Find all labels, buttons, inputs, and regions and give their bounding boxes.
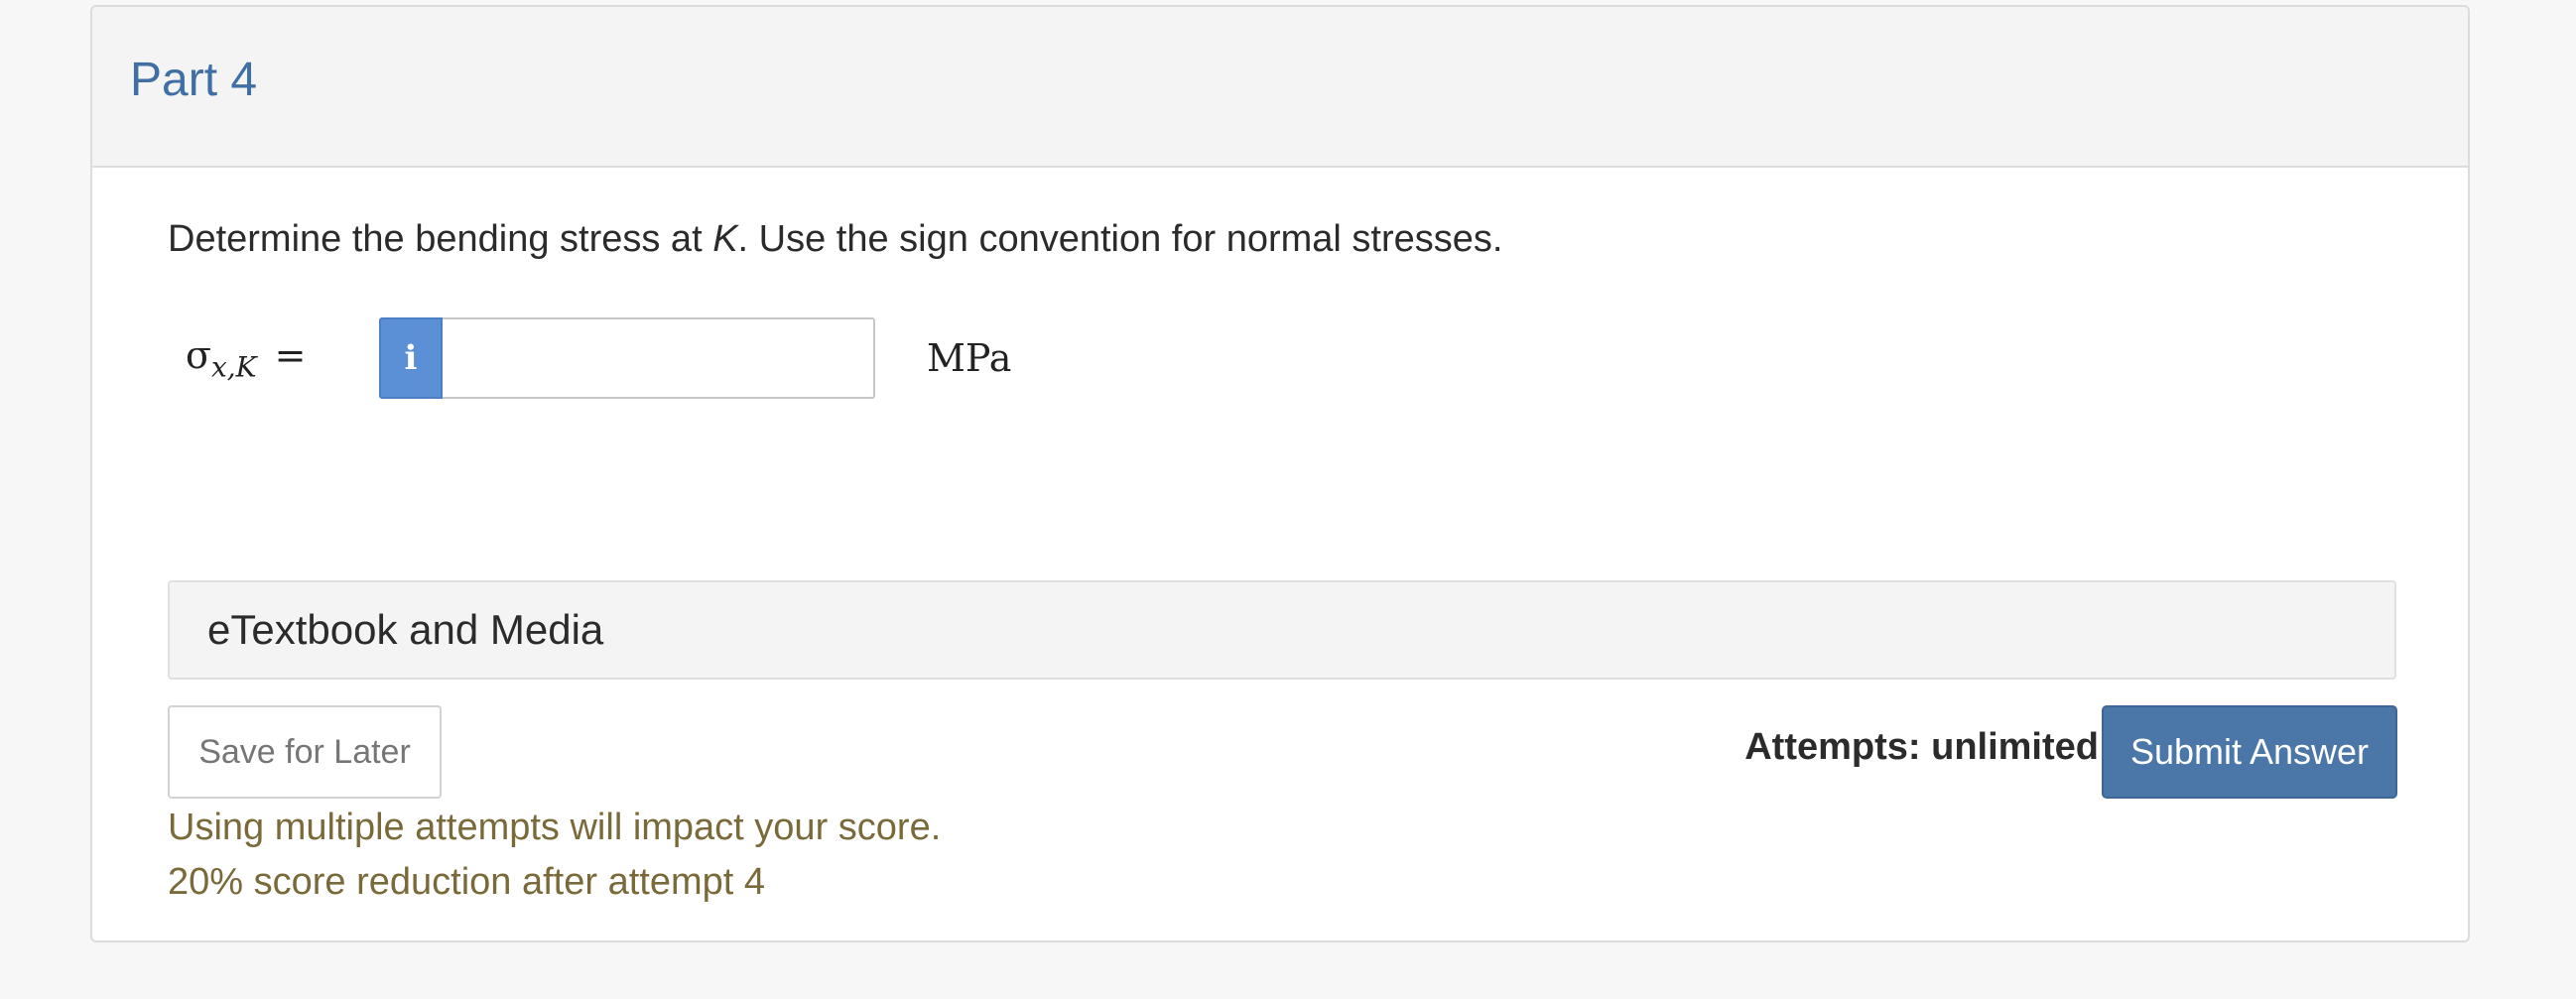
notice-line-2: 20% score reduction after attempt 4 <box>168 861 765 903</box>
question-text: Determine the bending stress at K. Use t… <box>168 217 1502 263</box>
unit-label: MPa <box>927 336 1012 380</box>
attempts-label: Attempts: unlimited <box>1744 726 2099 768</box>
sigma-symbol: σ <box>186 332 211 377</box>
equals-sign: = <box>274 332 307 377</box>
question-suffix: . Use the sign convention for normal str… <box>737 218 1503 260</box>
answer-subscript: x,K <box>210 350 257 384</box>
answer-row: σx,K = i MPa <box>186 316 1011 400</box>
notice-line-1: Using multiple attempts will impact your… <box>168 807 942 848</box>
info-icon[interactable]: i <box>379 317 443 399</box>
attempts-notice: Using multiple attempts will impact your… <box>168 801 941 910</box>
etextbook-label: eTextbook and Media <box>207 606 604 653</box>
part-title: Part 4 <box>130 54 258 106</box>
question-variable: K <box>712 218 738 260</box>
answer-input[interactable] <box>443 317 875 399</box>
question-panel: Part 4 Determine the bending stress at K… <box>90 5 2470 942</box>
question-prefix: Determine the bending stress at <box>168 218 713 260</box>
submit-answer-button[interactable]: Submit Answer <box>2102 705 2397 799</box>
panel-header: Part 4 <box>92 7 2468 168</box>
etextbook-media-toggle[interactable]: eTextbook and Media <box>168 580 2396 680</box>
answer-label: σx,K = <box>186 333 379 384</box>
info-glyph: i <box>404 338 418 378</box>
save-for-later-button[interactable]: Save for Later <box>168 705 442 799</box>
